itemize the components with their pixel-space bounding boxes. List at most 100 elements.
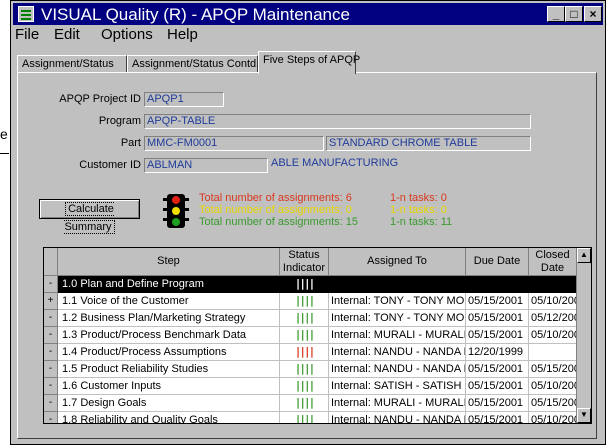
due-date-cell[interactable]: 05/15/2001 (466, 395, 529, 412)
step-cell[interactable]: 1.5 Product Reliability Studies (58, 361, 280, 378)
customer-id-field[interactable]: ABLMAN (144, 158, 268, 173)
status-indicator-cell: |||| (280, 412, 329, 424)
menu-options[interactable]: Options (101, 26, 153, 43)
col-assigned-header[interactable]: Assigned To (329, 248, 466, 276)
step-cell[interactable]: 1.6 Customer Inputs (58, 378, 280, 395)
col-closed-header[interactable]: Closed Date (529, 248, 577, 276)
table-row[interactable]: -1.0 Plan and Define Program |||| (44, 276, 577, 293)
customer-id-label: Customer ID (79, 159, 141, 171)
menu-file[interactable]: File (15, 26, 39, 43)
status-indicator-icon: |||| (294, 311, 315, 324)
closed-date-cell[interactable]: 05/10/2001 (529, 412, 577, 423)
step-cell[interactable]: 1.2 Business Plan/Marketing Strategy (58, 310, 280, 327)
title-bar[interactable]: VISUAL Quality (R) - APQP Maintenance _ … (13, 3, 603, 25)
row-expand-toggle[interactable]: - (44, 344, 58, 361)
row-expand-toggle[interactable]: - (44, 276, 58, 293)
tab-five-steps[interactable]: Five Steps of APQP (258, 51, 360, 74)
table-row[interactable]: +1.1 Voice of the Customer |||| Internal: … (44, 293, 577, 310)
due-date-cell[interactable]: 12/20/1999 (466, 344, 529, 361)
due-date-cell[interactable]: 05/15/2001 (466, 378, 529, 395)
assigned-to-cell[interactable] (329, 276, 466, 293)
yellow-tasks-count: 1-n tasks: 0 (390, 204, 447, 216)
row-expand-toggle[interactable]: - (44, 395, 58, 412)
table-row[interactable]: -1.4 Product/Process Assumptions |||| Inte… (44, 344, 577, 361)
row-expand-toggle[interactable]: - (44, 378, 58, 395)
scroll-up-button[interactable]: ▲ (577, 248, 591, 263)
program-label: Program (98, 115, 141, 127)
scroll-down-button[interactable]: ▼ (577, 408, 591, 423)
due-date-cell[interactable]: 05/15/2001 (466, 293, 529, 310)
maximize-button[interactable]: □ (565, 6, 583, 22)
calculate-summary-label: Calculate Summary (64, 202, 115, 234)
closed-date-cell[interactable]: 05/15/2001 (529, 361, 577, 378)
closed-date-cell[interactable]: 05/10/2001 (529, 327, 577, 344)
table-row[interactable]: -1.5 Product Reliability Studies |||| Inte… (44, 361, 577, 378)
status-indicator-icon: |||| (294, 277, 315, 290)
assigned-to-cell[interactable]: Internal: TONY - TONY MORE (329, 293, 466, 310)
table-row[interactable]: -1.6 Customer Inputs |||| Internal: SATISH… (44, 378, 577, 395)
apqp-steps-grid: Step Status Indicator Assigned To Due Da… (43, 247, 592, 424)
customer-description: ABLE MANUFACTURING (271, 157, 399, 169)
status-indicator-icon: |||| (294, 362, 315, 375)
assigned-to-cell[interactable]: Internal: MURALI - MURALI P (329, 395, 466, 412)
grid-vertical-scrollbar[interactable]: ▲ ▼ (576, 248, 591, 423)
table-row[interactable]: -1.3 Product/Process Benchmark Data |||| I… (44, 327, 577, 344)
part-field[interactable]: MMC-FM0001 (144, 136, 324, 151)
table-row[interactable]: -1.8 Reliability and Quality Goals |||| In… (44, 412, 577, 424)
close-button[interactable]: × (584, 6, 602, 22)
project-id-field[interactable]: APQP1 (144, 92, 224, 107)
step-cell[interactable]: 1.0 Plan and Define Program (58, 276, 280, 293)
row-marker-header (44, 248, 58, 276)
part-description: STANDARD CHROME TABLE (326, 136, 531, 151)
status-indicator-cell: |||| (280, 395, 329, 412)
assigned-to-cell[interactable]: Internal: SATISH - SATISH C. (329, 378, 466, 395)
table-row[interactable]: -1.7 Design Goals |||| Internal: MURALI - … (44, 395, 577, 412)
col-step-header[interactable]: Step (58, 248, 280, 276)
step-cell[interactable]: 1.3 Product/Process Benchmark Data (58, 327, 280, 344)
red-tasks-count: 1-n tasks: 0 (390, 192, 447, 204)
due-date-cell[interactable]: 05/15/2001 (466, 310, 529, 327)
step-cell[interactable]: 1.1 Voice of the Customer (58, 293, 280, 310)
step-cell[interactable]: 1.4 Product/Process Assumptions (58, 344, 280, 361)
due-date-cell[interactable]: 05/15/2001 (466, 361, 529, 378)
status-indicator-icon: |||| (294, 379, 315, 392)
row-expand-toggle[interactable]: - (44, 327, 58, 344)
tab-assignment-status-contd[interactable]: Assignment/Status Contd... (127, 55, 265, 73)
background-text: e (0, 126, 8, 142)
closed-date-cell[interactable] (529, 276, 577, 293)
row-expand-toggle[interactable]: - (44, 412, 58, 423)
background-line (0, 153, 9, 154)
step-cell[interactable]: 1.7 Design Goals (58, 395, 280, 412)
row-expand-toggle[interactable]: - (44, 361, 58, 378)
minimize-button[interactable]: _ (547, 6, 565, 22)
assigned-to-cell[interactable]: Internal: NANDU - NANDA P. (329, 361, 466, 378)
assigned-to-cell[interactable]: Internal: NANDU - NANDA P. (329, 344, 466, 361)
calculate-summary-button[interactable]: Calculate Summary (39, 199, 140, 234)
assigned-to-cell[interactable]: Internal: NANDU - NANDA P. (329, 412, 466, 423)
menu-edit[interactable]: Edit (54, 26, 80, 43)
closed-date-cell[interactable]: 05/10/2001 (529, 378, 577, 395)
closed-date-cell[interactable] (529, 344, 577, 361)
assigned-to-cell[interactable]: Internal: MURALI - MURALI P (329, 327, 466, 344)
program-field[interactable]: APQP-TABLE (144, 114, 531, 129)
closed-date-cell[interactable]: 05/10/2001 (529, 293, 577, 310)
col-status-header[interactable]: Status Indicator (280, 248, 329, 276)
col-due-header[interactable]: Due Date (466, 248, 529, 276)
row-expand-toggle[interactable]: + (44, 293, 58, 310)
step-cell[interactable]: 1.8 Reliability and Quality Goals (58, 412, 280, 423)
status-indicator-cell: |||| (280, 344, 329, 361)
table-row[interactable]: -1.2 Business Plan/Marketing Strategy |||… (44, 310, 577, 327)
menu-help[interactable]: Help (167, 26, 198, 43)
closed-date-cell[interactable]: 05/15/2001 (529, 395, 577, 412)
tab-assignment-status[interactable]: Assignment/Status (17, 55, 127, 73)
assigned-to-cell[interactable]: Internal: TONY - TONY MORE (329, 310, 466, 327)
closed-date-cell[interactable]: 05/12/2001 (529, 310, 577, 327)
green-tasks-count: 1-n tasks: 11 (390, 216, 453, 228)
due-date-cell[interactable]: 05/15/2001 (466, 412, 529, 423)
due-date-cell[interactable] (466, 276, 529, 293)
due-date-cell[interactable]: 05/15/2001 (466, 327, 529, 344)
app-icon[interactable] (18, 6, 34, 22)
row-expand-toggle[interactable]: - (44, 310, 58, 327)
status-indicator-icon: |||| (294, 413, 315, 424)
part-label: Part (120, 137, 141, 149)
